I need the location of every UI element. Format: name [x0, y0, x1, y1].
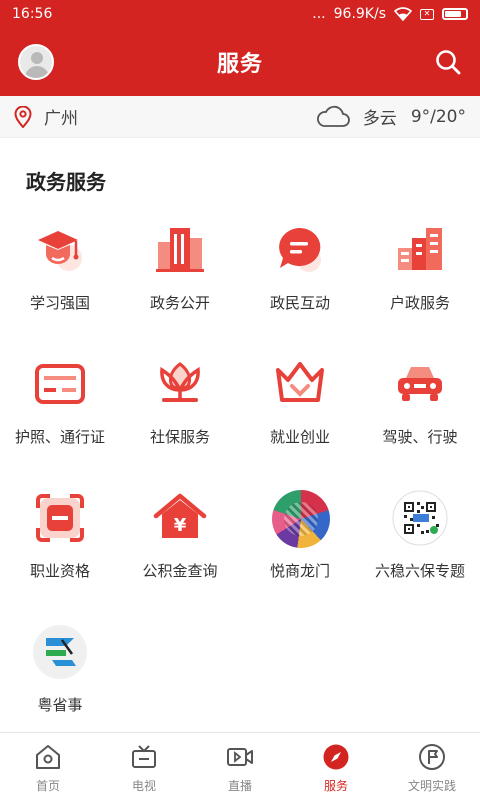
service-grid: 学习强国 政务公开 政民互动 户政服务 护照、通行证 社保服务 就业创业 驾驶、… — [0, 222, 480, 758]
tab-label: 首页 — [35, 779, 60, 793]
service-label: 六稳六保专题 — [374, 562, 465, 580]
yue-app-icon — [32, 624, 88, 680]
city-label: 广州 — [44, 109, 78, 129]
building-icon — [152, 222, 208, 278]
service-label: 政务公开 — [149, 294, 210, 312]
buildings-icon — [392, 222, 448, 278]
service-label: 学习强国 — [29, 294, 90, 312]
service-liuwen-liubao[interactable]: 六稳六保专题 — [360, 490, 480, 624]
tab-tv[interactable]: 电视 — [96, 733, 192, 800]
tab-label: 文明实践 — [407, 779, 456, 793]
service-shebao[interactable]: 社保服务 — [120, 356, 240, 490]
service-zhengwu-gongkai[interactable]: 政务公开 — [120, 222, 240, 356]
service-jiashi[interactable]: 驾驶、行驶 — [360, 356, 480, 490]
network-speed: 96.9K/s — [333, 6, 386, 22]
weather-condition: 多云 — [362, 109, 397, 129]
graduation-cap-icon — [32, 222, 88, 278]
bottom-tab-bar: 首页 电视 直播 服务 文明实践 — [0, 732, 480, 800]
id-frame-icon — [32, 490, 88, 546]
sim-icon: ✕ — [420, 8, 434, 20]
home-icon — [36, 745, 60, 769]
tv-icon — [132, 745, 156, 768]
service-gongjijin[interactable]: ¥ 公积金查询 — [120, 490, 240, 624]
compass-icon — [323, 744, 349, 770]
status-bar: 16:56 ... 96.9K/s ✕ — [0, 0, 480, 28]
service-zhiye-zige[interactable]: 职业资格 — [0, 490, 120, 624]
status-dots: ... — [312, 6, 326, 22]
house-yen-icon: ¥ — [152, 490, 208, 546]
service-label: 就业创业 — [269, 428, 330, 446]
service-label: 政民互动 — [269, 294, 330, 312]
flag-circle-icon — [419, 744, 445, 770]
tab-live[interactable]: 直播 — [192, 733, 288, 800]
service-yueshang-longmen[interactable]: 悦商龙门 — [240, 490, 360, 624]
service-zhengmin-hudong[interactable]: 政民互动 — [240, 222, 360, 356]
tab-label: 服务 — [323, 779, 348, 793]
service-label: 粤省事 — [37, 696, 83, 714]
service-label: 户政服务 — [389, 294, 450, 312]
tab-service[interactable]: 服务 — [288, 733, 384, 800]
service-label: 悦商龙门 — [269, 562, 330, 580]
app-header: 服务 — [0, 28, 480, 96]
service-xuexi-qiangguo[interactable]: 学习强国 — [0, 222, 120, 356]
tab-wenming-shijian[interactable]: 文明实践 — [384, 733, 480, 800]
weather-bar[interactable]: 广州 多云 9°/20° — [0, 96, 480, 138]
mosaic-logo-icon — [272, 490, 330, 548]
service-huzheng-fuwu[interactable]: 户政服务 — [360, 222, 480, 356]
wifi-icon — [394, 7, 412, 21]
service-passport[interactable]: 护照、通行证 — [0, 356, 120, 490]
battery-icon — [442, 8, 468, 20]
cloud-icon — [316, 105, 350, 127]
tab-home[interactable]: 首页 — [0, 733, 96, 800]
service-label: 护照、通行证 — [14, 428, 105, 446]
status-time: 16:56 — [12, 6, 53, 22]
service-label: 社保服务 — [149, 428, 210, 446]
location-pin-icon — [14, 105, 32, 128]
page-title: 服务 — [216, 52, 263, 77]
lotus-icon — [152, 356, 208, 412]
avatar[interactable] — [18, 44, 54, 80]
temperature: 9°/20° — [410, 106, 466, 127]
svg-text:¥: ¥ — [174, 515, 187, 536]
chat-bubble-icon — [272, 222, 328, 278]
tab-label: 电视 — [131, 779, 156, 793]
car-icon — [392, 356, 448, 412]
search-icon[interactable] — [434, 48, 462, 76]
section-title: 政务服务 — [26, 170, 106, 194]
service-jiuye[interactable]: 就业创业 — [240, 356, 360, 490]
service-label: 职业资格 — [29, 562, 90, 580]
video-icon — [227, 748, 253, 766]
service-label: 驾驶、行驶 — [382, 428, 458, 446]
service-label: 公积金查询 — [142, 562, 218, 580]
tab-label: 直播 — [227, 779, 252, 793]
passport-card-icon — [32, 356, 88, 412]
crown-icon — [272, 356, 328, 412]
qr-code-icon — [392, 490, 448, 546]
